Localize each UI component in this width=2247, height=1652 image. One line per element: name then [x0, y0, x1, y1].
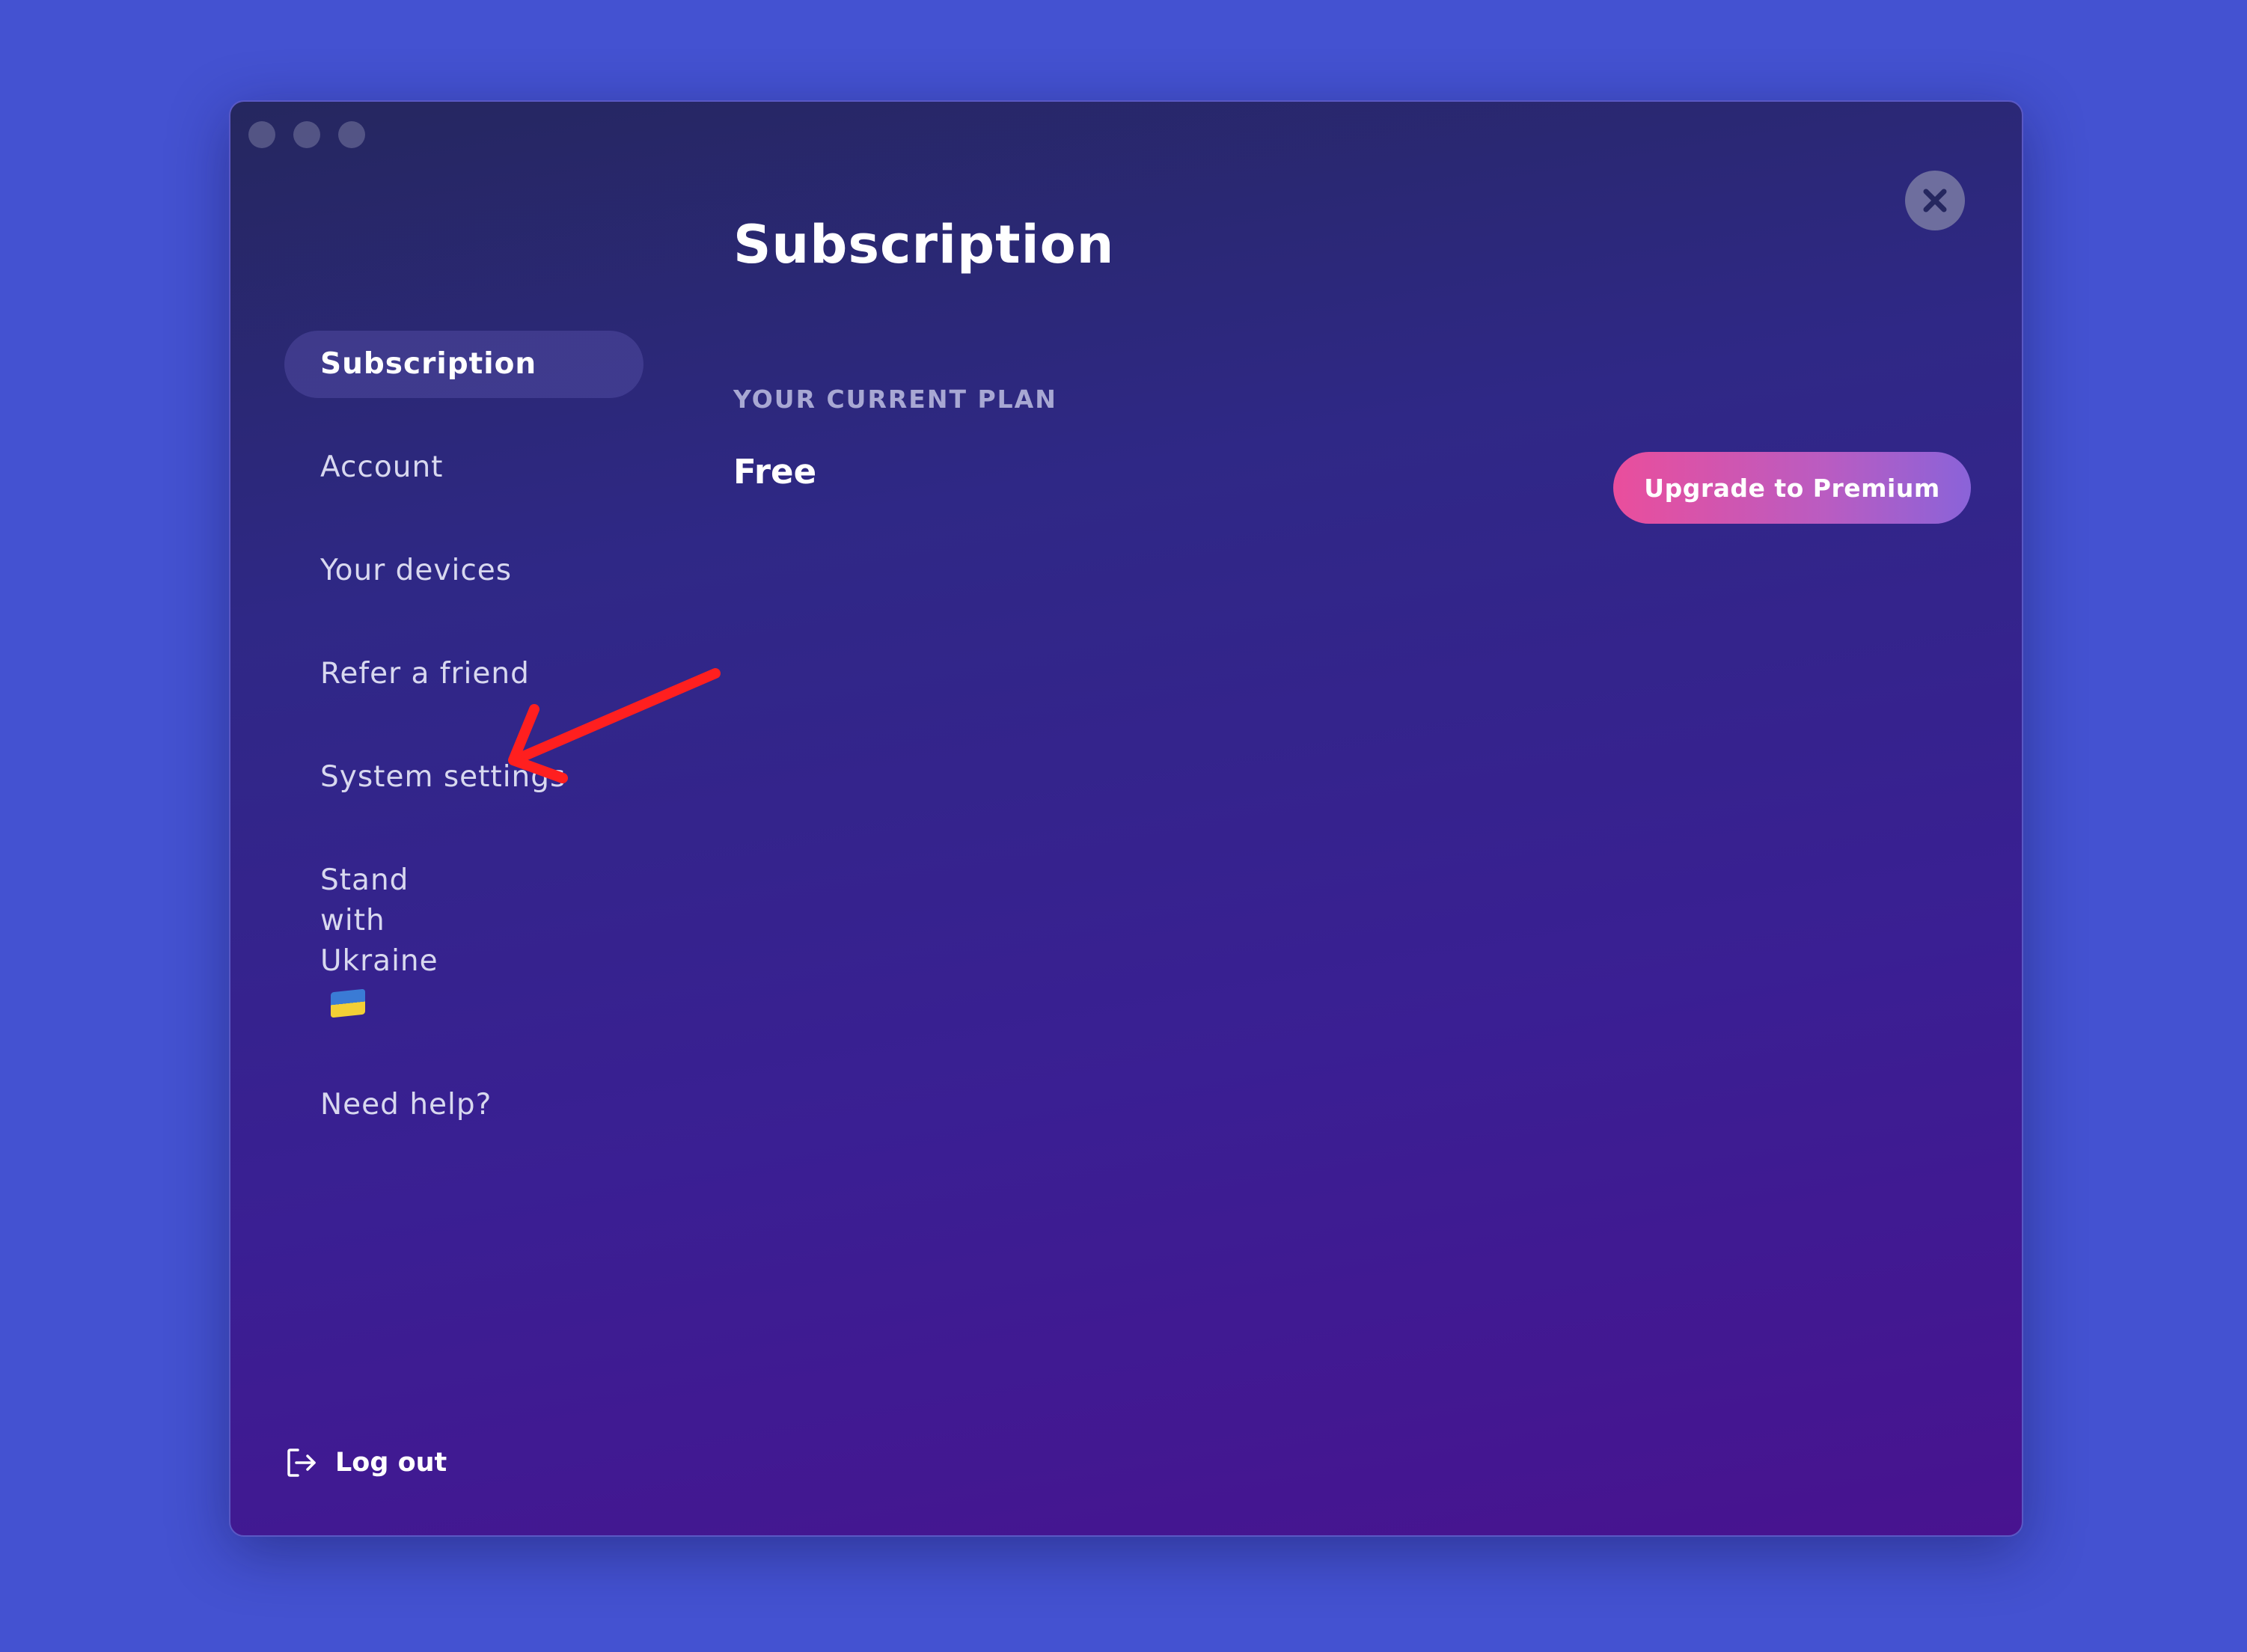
sidebar-item-your-devices[interactable]: Your devices: [284, 537, 643, 605]
sidebar-item-label: Stand with Ukraine: [320, 863, 438, 978]
logout-label: Log out: [335, 1448, 447, 1478]
logout-icon: [287, 1448, 316, 1477]
close-button[interactable]: [1905, 171, 1965, 230]
sidebar-item-account[interactable]: Account: [284, 434, 643, 501]
current-plan-label: YOUR CURRENT PLAN: [733, 385, 1057, 414]
window-close-dot[interactable]: [248, 121, 275, 148]
sidebar-item-need-help[interactable]: Need help?: [284, 1071, 643, 1139]
sidebar-item-label: Need help?: [320, 1088, 492, 1122]
logout-button[interactable]: Log out: [284, 1446, 447, 1480]
page-title: Subscription: [733, 214, 1115, 275]
sidebar-item-label: System settings: [320, 760, 566, 794]
current-plan-value: Free: [733, 452, 817, 492]
sidebar-nav: Subscription Account Your devices Refer …: [284, 331, 643, 1175]
sidebar-item-label: Subscription: [320, 347, 537, 381]
window-minimize-dot[interactable]: [293, 121, 320, 148]
upgrade-to-premium-button[interactable]: Upgrade to Premium: [1613, 452, 1971, 524]
sidebar-item-subscription[interactable]: Subscription: [284, 331, 643, 398]
sidebar-item-stand-with-ukraine[interactable]: Stand with Ukraine: [284, 847, 509, 1035]
ukraine-flag-icon: [331, 988, 365, 1018]
window-controls: [248, 121, 365, 148]
sidebar-item-system-settings[interactable]: System settings: [284, 744, 643, 811]
sidebar-item-label: Your devices: [320, 554, 513, 587]
window-maximize-dot[interactable]: [338, 121, 365, 148]
sidebar-item-label: Account: [320, 450, 444, 484]
settings-window: Subscription Account Your devices Refer …: [229, 100, 2023, 1537]
sidebar-item-refer-a-friend[interactable]: Refer a friend: [284, 640, 643, 708]
close-icon: [1923, 189, 1947, 212]
sidebar-item-label: Refer a friend: [320, 657, 530, 691]
